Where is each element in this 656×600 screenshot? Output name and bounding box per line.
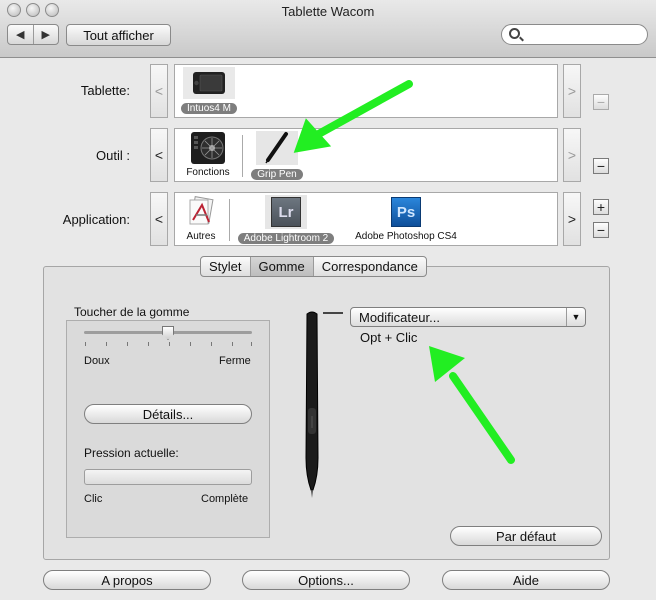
forward-arrow-icon: ▶ [41, 29, 50, 41]
application-item-others[interactable]: Autres [181, 195, 221, 243]
slider-tick [211, 342, 212, 346]
show-all-button[interactable]: Tout afficher [66, 24, 171, 46]
photoshop-badge: Ps [391, 197, 421, 227]
eraser-feel-group [66, 320, 270, 538]
defaults-button[interactable]: Par défaut [450, 526, 602, 546]
help-button[interactable]: Aide [442, 570, 610, 590]
back-button[interactable]: ◀ [8, 25, 33, 44]
photoshop-icon: Ps [389, 195, 423, 229]
tab-gomme[interactable]: Gomme [249, 257, 313, 276]
tab-correspondance[interactable]: Correspondance [312, 257, 426, 276]
application-item-lightroom[interactable]: Lr Adobe Lightroom 2 [233, 195, 339, 244]
search-field [501, 24, 648, 45]
eraser-modifier-popup[interactable]: Modificateur... ▼ [350, 307, 586, 327]
options-button[interactable]: Options... [242, 570, 410, 590]
eraser-pen-image [305, 311, 343, 498]
tablet-device-icon [183, 67, 235, 99]
lightroom-icon: Lr [265, 195, 307, 229]
back-arrow-icon: ◀ [16, 29, 25, 41]
grip-pen-caption: Grip Pen [251, 169, 303, 180]
tool-remove-button[interactable]: − [593, 158, 609, 174]
tool-item-functions[interactable]: Fonctions [181, 131, 235, 179]
slider-tick [85, 342, 86, 346]
functions-wheel-icon [190, 131, 226, 165]
pressure-max-label: Complète [201, 493, 249, 505]
tool-separator [242, 135, 243, 177]
tablet-scroll-right-button[interactable]: > [563, 64, 581, 118]
application-separator [229, 199, 230, 241]
eraser-modifier-value: Modificateur... [359, 310, 440, 325]
window-title: Tablette Wacom [281, 4, 375, 19]
slider-tick [127, 342, 128, 346]
tool-scroll-right-button[interactable]: > [563, 128, 581, 182]
application-item-photoshop[interactable]: Ps Adobe Photoshop CS4 [347, 195, 465, 243]
photoshop-caption: Adobe Photoshop CS4 [355, 231, 457, 242]
slider-tick [148, 342, 149, 346]
modifier-subtext: Opt + Clic [360, 330, 418, 345]
tablet-item-intuos4[interactable]: Intuos4 M [179, 67, 239, 115]
slider-tick [169, 342, 170, 346]
popup-down-arrow-icon: ▼ [566, 308, 585, 326]
title-bar: Tablette Wacom ◀ ▶ Tout afficher [0, 0, 656, 58]
details-button[interactable]: Détails... [84, 404, 252, 424]
settings-tabs: Stylet Gomme Correspondance [200, 256, 427, 277]
current-pressure-bar [84, 469, 252, 485]
preferences-window: Tablette Wacom ◀ ▶ Tout afficher Tablett… [0, 0, 656, 600]
eraser-feel-label: Toucher de la gomme [74, 305, 190, 319]
tab-stylet[interactable]: Stylet [201, 257, 250, 276]
slider-tick [251, 342, 252, 346]
functions-caption: Fonctions [186, 167, 230, 178]
tool-scroll-left-button[interactable]: < [150, 128, 168, 182]
others-apps-icon [184, 195, 218, 229]
tablet-scroll-left-button[interactable]: < [150, 64, 168, 118]
current-pressure-label: Pression actuelle: [84, 446, 179, 460]
forward-button[interactable]: ▶ [32, 25, 59, 44]
pressure-min-label: Clic [84, 493, 103, 505]
lightroom-caption: Adobe Lightroom 2 [237, 233, 335, 244]
tablet-remove-button[interactable]: − [593, 94, 609, 110]
others-caption: Autres [186, 231, 216, 242]
application-scroll-left-button[interactable]: < [150, 192, 168, 246]
application-strip: Autres Lr Adobe Lightroom 2 Ps Adobe Pho… [174, 192, 558, 246]
slider-tick [232, 342, 233, 346]
annotation-arrow-icon [293, 80, 413, 153]
search-input[interactable] [524, 27, 642, 42]
application-add-button[interactable]: + [593, 199, 609, 215]
application-row-label: Application: [62, 212, 130, 227]
tablet-row-label: Tablette: [80, 83, 130, 98]
tablet-caption: Intuos4 M [181, 103, 237, 114]
tool-row-label: Outil : [96, 148, 130, 163]
annotation-arrow-icon [429, 346, 515, 464]
slider-max-label: Ferme [219, 355, 251, 367]
about-button[interactable]: A propos [43, 570, 211, 590]
slider-tick [106, 342, 107, 346]
lightroom-badge: Lr [271, 197, 301, 227]
application-scroll-right-button[interactable]: > [563, 192, 581, 246]
slider-tick [190, 342, 191, 346]
back-forward-control: ◀ ▶ [7, 24, 59, 45]
search-icon [509, 28, 520, 39]
slider-min-label: Doux [84, 355, 110, 367]
application-remove-button[interactable]: − [593, 222, 609, 238]
